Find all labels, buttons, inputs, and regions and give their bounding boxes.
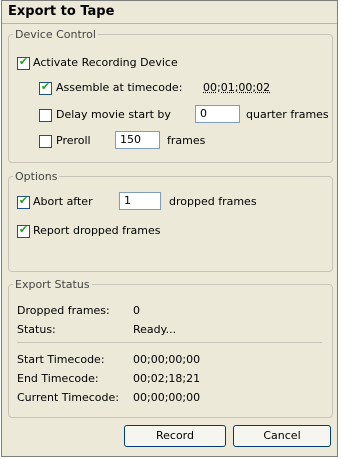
delay-unit-label: quarter frames bbox=[246, 108, 329, 121]
report-dropped-frames-label: Report dropped frames bbox=[33, 224, 161, 237]
dialog-title: Export to Tape bbox=[8, 4, 115, 19]
assemble-at-timecode-checkbox[interactable]: ✔ bbox=[39, 80, 52, 95]
options-group: Options bbox=[8, 170, 333, 272]
start-timecode-value: 00;00;00;00 bbox=[133, 353, 201, 366]
activate-recording-label: Activate Recording Device bbox=[33, 56, 178, 69]
record-button[interactable]: Record bbox=[124, 425, 226, 447]
status-label: Status: bbox=[17, 323, 56, 336]
report-dropped-frames-checkbox[interactable]: ✔ bbox=[17, 223, 30, 238]
delay-movie-start-label: Delay movie start by bbox=[56, 108, 171, 121]
dropped-frames-label: Dropped frames: bbox=[17, 304, 110, 317]
preroll-checkbox[interactable] bbox=[39, 135, 52, 148]
checkmark-icon: ✔ bbox=[18, 223, 29, 236]
checkmark-icon: ✔ bbox=[18, 194, 29, 207]
options-legend: Options bbox=[15, 170, 58, 183]
current-timecode-value: 00;00;00;00 bbox=[133, 391, 201, 404]
end-timecode-value: 00;02;18;21 bbox=[133, 372, 201, 385]
activate-recording-checkbox[interactable]: ✔ bbox=[17, 55, 30, 70]
cancel-button[interactable]: Cancel bbox=[233, 425, 331, 447]
checkmark-icon: ✔ bbox=[40, 80, 51, 93]
device-control-legend: Device Control bbox=[15, 28, 96, 41]
export-status-legend: Export Status bbox=[15, 278, 90, 291]
export-to-tape-dialog: Export to Tape Device Control ✔ Activate… bbox=[1, 0, 338, 457]
end-timecode-label: End Timecode: bbox=[17, 372, 99, 385]
status-divider bbox=[17, 342, 322, 343]
preroll-unit-label: frames bbox=[167, 134, 206, 147]
abort-after-input[interactable]: 1 bbox=[119, 192, 161, 210]
abort-unit-label: dropped frames bbox=[169, 195, 257, 208]
assemble-timecode-value[interactable]: 00;01;00;02 bbox=[203, 81, 270, 94]
dropped-frames-value: 0 bbox=[133, 304, 140, 317]
delay-frames-input[interactable]: 0 bbox=[195, 105, 240, 123]
current-timecode-label: Current Timecode: bbox=[17, 391, 119, 404]
start-timecode-label: Start Timecode: bbox=[17, 353, 105, 366]
status-value: Ready... bbox=[133, 323, 177, 336]
title-bar: Export to Tape bbox=[2, 1, 337, 24]
assemble-at-timecode-label: Assemble at timecode: bbox=[56, 81, 183, 94]
abort-after-checkbox[interactable]: ✔ bbox=[17, 194, 30, 209]
checkmark-icon: ✔ bbox=[18, 55, 29, 68]
preroll-frames-input[interactable]: 150 bbox=[115, 131, 160, 149]
preroll-label: Preroll bbox=[56, 134, 91, 147]
delay-movie-start-checkbox[interactable] bbox=[39, 109, 52, 122]
abort-after-label: Abort after bbox=[33, 195, 93, 208]
